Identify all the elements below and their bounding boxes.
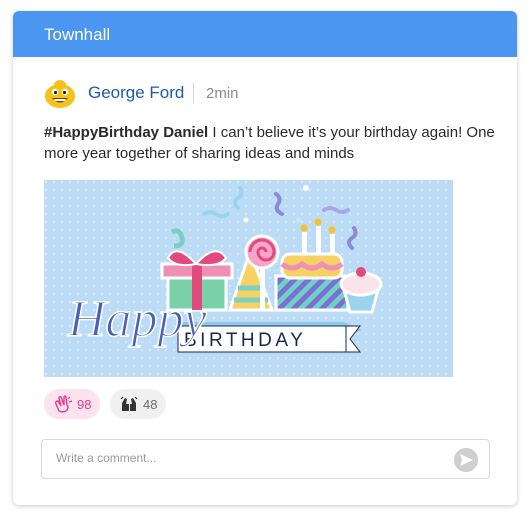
- clapping-hands-icon: [55, 395, 73, 413]
- clap-reaction-count: 98: [77, 396, 92, 412]
- post-hashtag[interactable]: #HappyBirthday Daniel: [44, 124, 208, 141]
- header-title: Townhall: [44, 25, 111, 44]
- avatar[interactable]: [44, 77, 76, 109]
- comment-box: [41, 439, 490, 479]
- raised-hands-icon: [120, 396, 138, 411]
- author-name-link[interactable]: George Ford: [88, 83, 184, 103]
- post-card: Townhall George Ford 2min #HappyBirthday…: [13, 11, 517, 505]
- clap-reaction-button[interactable]: 98: [44, 389, 100, 419]
- birthday-banner-image: BIRTHDAY Happy: [44, 180, 453, 377]
- raised-hands-reaction-button[interactable]: 48: [110, 389, 166, 419]
- comment-input[interactable]: [54, 450, 438, 466]
- send-comment-button[interactable]: [454, 448, 478, 472]
- header-bar: Townhall: [13, 11, 517, 57]
- post-body: #HappyBirthday Daniel I can’t believe it…: [44, 122, 504, 164]
- banner-script-word: Happy: [67, 291, 208, 348]
- meta-divider: [193, 83, 194, 103]
- post-timestamp: 2min: [206, 85, 239, 102]
- raised-hands-reaction-count: 48: [143, 396, 158, 412]
